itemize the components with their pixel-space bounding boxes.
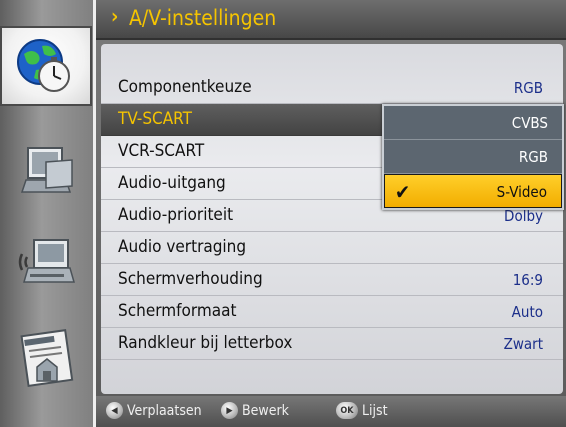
setting-label: Schermformaat: [118, 301, 237, 321]
setting-value: RGB: [513, 79, 543, 97]
sidebar-item-system[interactable]: [10, 322, 82, 396]
footer-hints: ◀ Verplaatsen ▶ Bewerk OK Lijst: [96, 396, 566, 427]
dropdown-option-rgb[interactable]: RGB: [384, 140, 562, 174]
sidebar: [0, 0, 96, 427]
settings-panel: Componentkeuze RGB TV-SCART VCR-SCART Au…: [101, 44, 563, 394]
hint-list-label: Lijst: [362, 402, 388, 419]
av-settings-screen: › A/V-instellingen Componentkeuze RGB TV…: [0, 0, 566, 427]
right-button-icon: ▶: [221, 402, 238, 419]
sidebar-item-tv[interactable]: [10, 132, 82, 206]
left-button-icon: ◀: [106, 402, 123, 419]
setting-row-randkleur[interactable]: Randkleur bij letterbox Zwart: [101, 328, 563, 360]
tv-scart-dropdown: CVBS RGB ✔ S-Video: [382, 104, 564, 210]
hint-move: ◀ Verplaatsen: [106, 402, 202, 419]
setting-label: VCR-SCART: [118, 141, 205, 161]
setting-row-componentkeuze[interactable]: Componentkeuze RGB: [101, 72, 563, 104]
setting-value: Auto: [511, 303, 543, 321]
option-label: S-Video: [496, 183, 547, 201]
setting-label: TV-SCART: [118, 109, 192, 129]
setting-label: Schermverhouding: [118, 269, 263, 289]
setting-label: Audio-prioriteit: [118, 205, 234, 225]
ok-button-icon: OK: [336, 402, 358, 419]
setting-row-schermformaat[interactable]: Schermformaat Auto: [101, 296, 563, 328]
sidebar-item-av-settings[interactable]: [0, 26, 92, 106]
network-computer-icon: [16, 234, 76, 292]
dropdown-option-cvbs[interactable]: CVBS: [384, 106, 562, 140]
title-chevron: ›: [111, 4, 119, 28]
hint-move-label: Verplaatsen: [127, 402, 202, 419]
setting-label: Audio vertraging: [118, 237, 247, 257]
title-bar: › A/V-instellingen: [96, 0, 566, 40]
page-title: A/V-instellingen: [129, 6, 277, 30]
tv-folder-icon: [16, 140, 76, 198]
globe-clock-icon: [14, 34, 78, 98]
dropdown-option-s-video[interactable]: ✔ S-Video: [384, 174, 562, 208]
setting-row-schermverhouding[interactable]: Schermverhouding 16:9: [101, 264, 563, 296]
option-label: CVBS: [511, 114, 548, 132]
setting-label: Componentkeuze: [118, 77, 252, 97]
option-label: RGB: [518, 148, 548, 166]
setting-row-audio-vertraging[interactable]: Audio vertraging: [101, 232, 563, 264]
hint-edit-label: Bewerk: [242, 402, 289, 419]
setting-value: 16:9: [512, 271, 543, 289]
checkmark-icon: ✔: [395, 180, 411, 204]
sidebar-item-network[interactable]: [10, 226, 82, 300]
setting-value: Zwart: [503, 335, 543, 353]
setting-label: Audio-uitgang: [118, 173, 226, 193]
hint-edit: ▶ Bewerk: [221, 402, 289, 419]
setting-label: Randkleur bij letterbox: [118, 333, 293, 353]
hint-list: OK Lijst: [336, 402, 388, 419]
system-info-icon: [15, 329, 77, 389]
